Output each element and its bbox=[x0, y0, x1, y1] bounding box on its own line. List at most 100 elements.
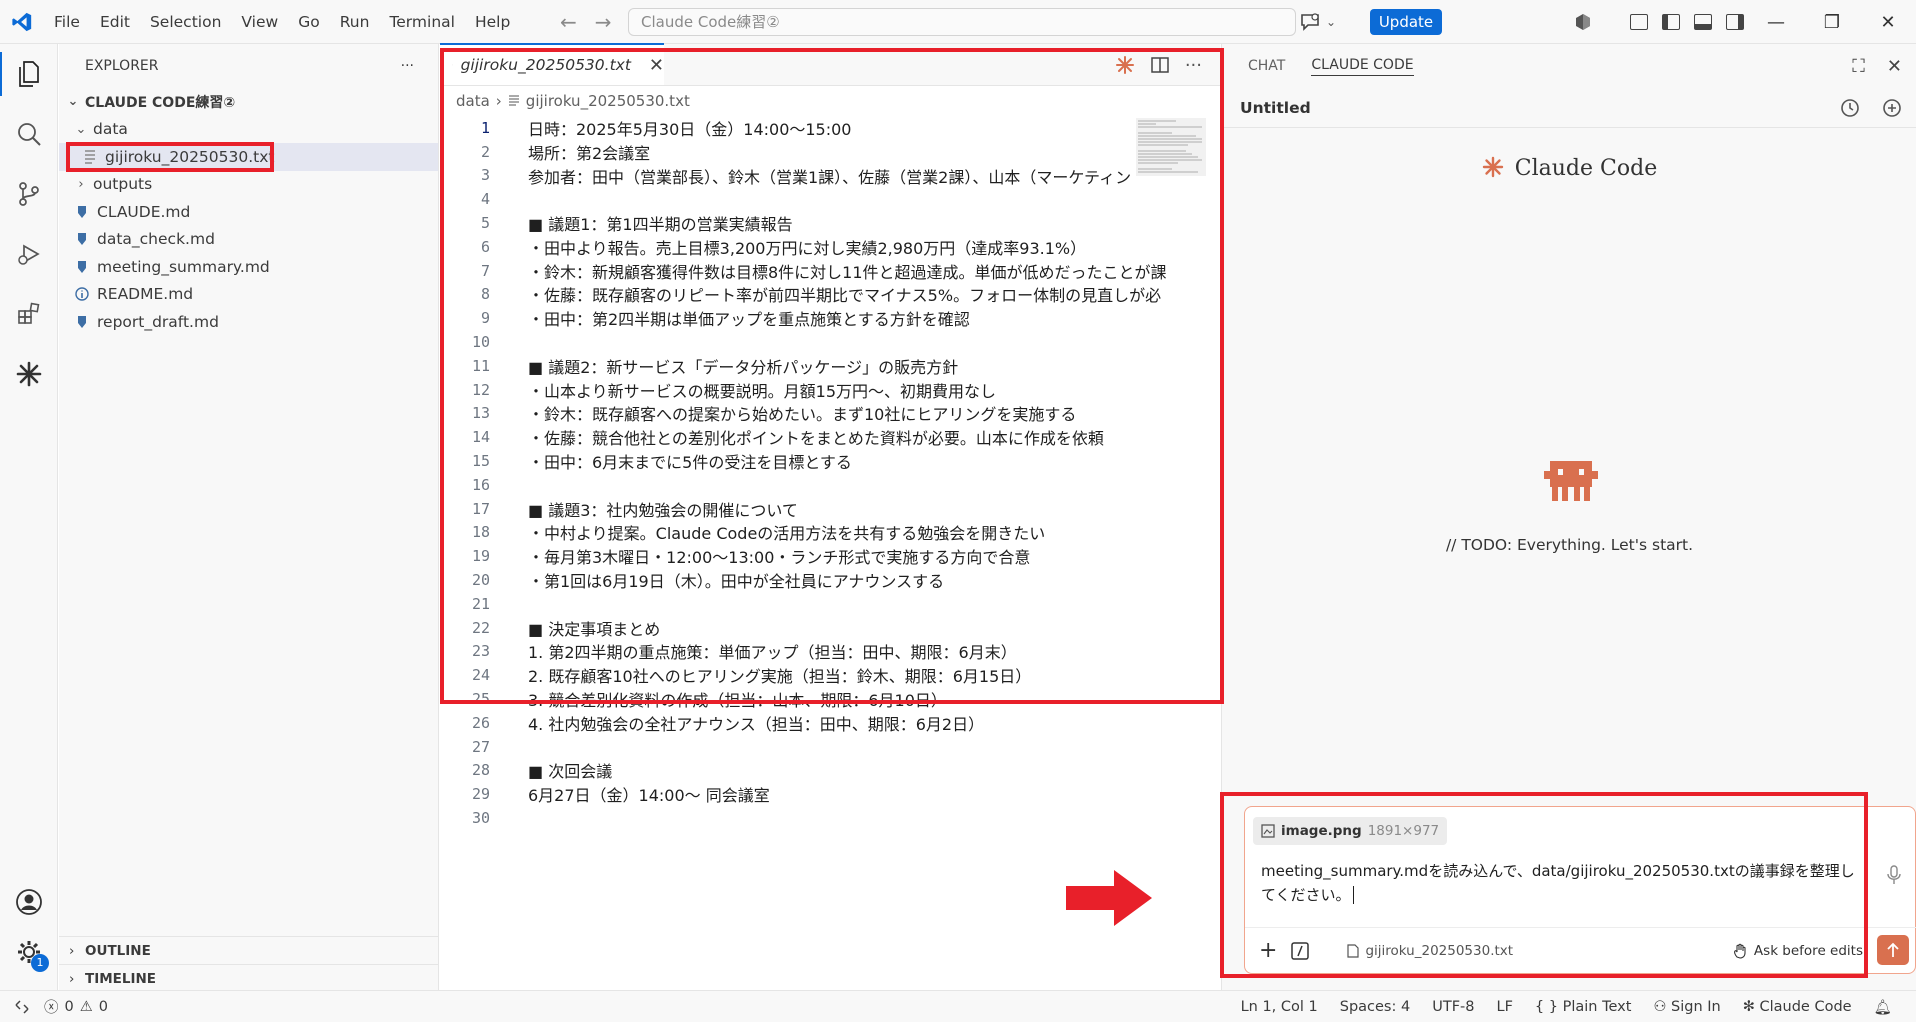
workspace-root-label: CLAUDE CODE練習② bbox=[85, 94, 236, 111]
chevron-right-icon: › bbox=[69, 970, 75, 987]
remote-indicator-icon[interactable] bbox=[0, 991, 44, 1022]
outline-section[interactable]: › OUTLINE bbox=[59, 936, 439, 964]
encoding[interactable]: UTF-8 bbox=[1432, 999, 1474, 1015]
close-window-icon[interactable]: ✕ bbox=[1860, 0, 1916, 44]
claude-code-brand: Claude Code bbox=[1222, 156, 1916, 181]
toggle-secondary-sidebar-icon[interactable] bbox=[1726, 14, 1744, 30]
forward-arrow-icon[interactable]: → bbox=[595, 10, 612, 34]
cursor-position[interactable]: Ln 1, Col 1 bbox=[1241, 999, 1318, 1015]
sign-in-button[interactable]: ⚇ Sign In bbox=[1653, 999, 1720, 1015]
file-meeting-summary-md-label: meeting_summary.md bbox=[97, 257, 270, 276]
problems-indicator[interactable]: ⓧ 0 ⚠ 0 bbox=[44, 996, 108, 1017]
tab-claude-code[interactable]: CLAUDE CODE bbox=[1311, 57, 1414, 76]
claude-mascot-icon bbox=[1544, 461, 1598, 501]
claude-code-status[interactable]: ✻ Claude Code bbox=[1743, 999, 1852, 1015]
minimize-icon[interactable]: — bbox=[1748, 0, 1804, 44]
code-line[interactable]: 26 4. 社内勉強会の全社アナウンス（担当：田中、期限：6月2日） bbox=[440, 711, 1220, 735]
explorer-header: EXPLORER ··· bbox=[59, 44, 438, 88]
markdown-file-icon bbox=[78, 315, 86, 328]
toggle-panel-icon[interactable] bbox=[1694, 14, 1712, 30]
code-line[interactable]: 29 6月27日（金）14:00〜 同会議室 bbox=[440, 782, 1220, 806]
copilot-chat-icon[interactable]: ⌄ bbox=[1300, 10, 1340, 34]
toggle-primary-sidebar-icon[interactable] bbox=[1662, 14, 1680, 30]
explorer-more-icon[interactable]: ··· bbox=[401, 58, 414, 74]
file-meeting-summary-md[interactable]: meeting_summary.md bbox=[59, 253, 438, 281]
history-icon[interactable] bbox=[1840, 98, 1860, 118]
customize-layout-icon[interactable] bbox=[1630, 14, 1648, 30]
chevron-down-icon[interactable]: ⌄ bbox=[1326, 15, 1336, 29]
account-shield-icon[interactable] bbox=[1574, 13, 1592, 31]
command-center-search[interactable]: Claude Code練習② bbox=[628, 8, 1296, 36]
annotation-box-editor bbox=[440, 48, 1224, 704]
end-of-line[interactable]: LF bbox=[1497, 999, 1513, 1015]
timeline-label: TIMELINE bbox=[85, 970, 157, 987]
search-icon[interactable] bbox=[0, 104, 58, 164]
update-button[interactable]: Update bbox=[1370, 9, 1442, 35]
folder-outputs-label: outputs bbox=[93, 175, 153, 194]
explorer-title: EXPLORER bbox=[85, 58, 159, 74]
menu-go[interactable]: Go bbox=[288, 0, 330, 44]
settings-badge: 1 bbox=[31, 954, 49, 972]
menu-selection[interactable]: Selection bbox=[140, 0, 231, 44]
line-text: 6月27日（金）14:00〜 同会議室 bbox=[528, 786, 770, 806]
error-count: 0 bbox=[64, 998, 74, 1015]
back-arrow-icon[interactable]: ← bbox=[560, 10, 577, 34]
menu-edit[interactable]: Edit bbox=[90, 0, 140, 44]
code-line[interactable]: 30 bbox=[440, 806, 1220, 830]
file-data-check-md-label: data_check.md bbox=[97, 230, 215, 249]
extensions-icon[interactable] bbox=[0, 284, 58, 344]
menu-terminal[interactable]: Terminal bbox=[379, 0, 465, 44]
account-icon: ⚇ bbox=[1653, 999, 1667, 1015]
chevron-down-icon: ⌄ bbox=[67, 94, 79, 110]
menu-file[interactable]: File bbox=[44, 0, 90, 44]
annotation-box-input bbox=[1220, 792, 1868, 978]
file-readme-md[interactable]: README.md bbox=[59, 281, 438, 309]
chevron-right-icon: › bbox=[69, 942, 75, 959]
menu-bar: File Edit Selection View Go Run Terminal… bbox=[44, 0, 520, 44]
annotation-arrow-icon bbox=[1066, 870, 1152, 926]
status-bar-right: Ln 1, Col 1 Spaces: 4 UTF-8 LF { } Plain… bbox=[1241, 991, 1892, 1022]
markdown-file-icon bbox=[78, 233, 86, 246]
restore-icon[interactable]: ❐ bbox=[1804, 0, 1860, 44]
menu-help[interactable]: Help bbox=[465, 0, 520, 44]
file-report-draft-md[interactable]: report_draft.md bbox=[59, 308, 438, 336]
claude-sparkle-icon[interactable] bbox=[0, 344, 58, 404]
timeline-section[interactable]: › TIMELINE bbox=[59, 964, 439, 992]
markdown-file-icon bbox=[78, 205, 86, 218]
microphone-icon[interactable] bbox=[1887, 865, 1901, 885]
settings-gear-icon[interactable]: 1 bbox=[0, 922, 58, 982]
chevron-right-icon: › bbox=[78, 176, 84, 192]
code-line[interactable]: 28 ■ 次回会議 bbox=[440, 759, 1220, 783]
new-session-icon[interactable] bbox=[1882, 98, 1902, 118]
warning-icon: ⚠ bbox=[79, 998, 93, 1015]
source-control-icon[interactable] bbox=[0, 164, 58, 224]
folder-data[interactable]: ⌄ data bbox=[59, 116, 438, 144]
send-button[interactable] bbox=[1877, 935, 1909, 965]
title-bar: File Edit Selection View Go Run Terminal… bbox=[0, 0, 1916, 44]
menu-view[interactable]: View bbox=[231, 0, 288, 44]
session-header: Untitled bbox=[1222, 88, 1916, 128]
folder-outputs[interactable]: › outputs bbox=[59, 171, 438, 199]
tab-chat[interactable]: CHAT bbox=[1248, 58, 1285, 74]
file-readme-md-label: README.md bbox=[97, 285, 194, 304]
vscode-logo-icon bbox=[0, 0, 44, 44]
file-claude-md-label: CLAUDE.md bbox=[97, 202, 191, 221]
indentation[interactable]: Spaces: 4 bbox=[1340, 999, 1410, 1015]
brand-label: Claude Code bbox=[1514, 156, 1658, 181]
maximize-icon[interactable]: ⛶ bbox=[1852, 56, 1865, 77]
file-data-check-md[interactable]: data_check.md bbox=[59, 226, 438, 254]
activity-bar: 1 bbox=[0, 44, 58, 990]
file-claude-md[interactable]: CLAUDE.md bbox=[59, 198, 438, 226]
explorer-icon[interactable] bbox=[0, 44, 58, 104]
language-mode[interactable]: { } Plain Text bbox=[1535, 999, 1631, 1015]
empty-state-text: // TODO: Everything. Let's start. bbox=[1445, 536, 1694, 554]
workspace-root[interactable]: ⌄ CLAUDE CODE練習② bbox=[59, 88, 438, 116]
close-panel-icon[interactable]: ✕ bbox=[1887, 56, 1902, 77]
braces-icon: { } bbox=[1534, 999, 1558, 1015]
error-icon: ⓧ bbox=[44, 1000, 59, 1016]
notifications-bell-icon[interactable]: 🔔︎ bbox=[1874, 999, 1892, 1016]
menu-run[interactable]: Run bbox=[330, 0, 380, 44]
line-number: 30 bbox=[471, 809, 490, 827]
code-line[interactable]: 27 bbox=[440, 735, 1220, 759]
run-debug-icon[interactable] bbox=[0, 224, 58, 284]
